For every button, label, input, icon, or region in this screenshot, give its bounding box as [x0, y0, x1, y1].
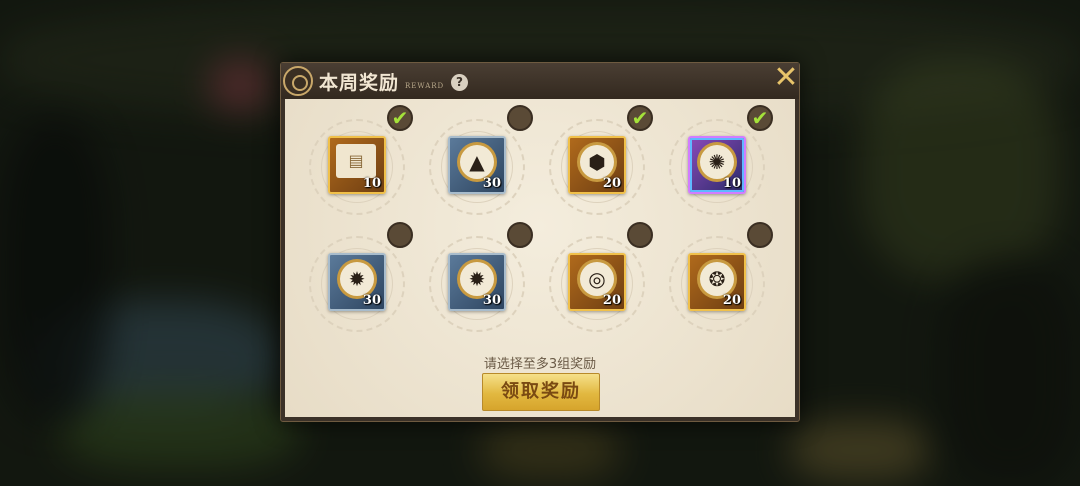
unchecked-circle-icon[interactable] [507, 222, 533, 248]
reward-slot[interactable]: ▲ 30 [425, 105, 533, 219]
close-icon[interactable]: ✕ [773, 63, 799, 93]
checkmark-icon[interactable]: ✔ [747, 105, 773, 131]
dialog-title: 本周奖励 [319, 72, 400, 94]
shell-medallion-box-icon: ❂ 20 [688, 253, 746, 311]
reward-quantity: 10 [722, 176, 741, 191]
reward-quantity: 30 [362, 293, 381, 308]
blueprint-scroll-icon: ▤ 10 [328, 136, 386, 194]
reward-quantity: 30 [482, 176, 501, 191]
sun-gear-box-icon: ✹ 30 [328, 253, 386, 311]
reward-slot[interactable]: ◎ 20 [545, 222, 653, 336]
unchecked-circle-icon[interactable] [387, 222, 413, 248]
checkmark-icon[interactable]: ✔ [387, 105, 413, 131]
reward-slot[interactable]: ✹ 30 [425, 222, 533, 336]
unchecked-circle-icon[interactable] [627, 222, 653, 248]
dialog-subtitle: REWARD [405, 82, 445, 90]
reward-slot[interactable]: ✺ 10 ✔ [665, 105, 773, 219]
dialog-title-bar: 本周奖励 REWARD ? ✕ [281, 63, 799, 99]
triangle-gear-box-icon: ▲ 30 [448, 136, 506, 194]
reward-slot[interactable]: ⬢ 20 ✔ [545, 105, 653, 219]
octagon-medallion-box-icon: ⬢ 20 [568, 136, 626, 194]
reward-slot[interactable]: ❂ 20 [665, 222, 773, 336]
emblem-icon [283, 66, 313, 96]
claim-reward-button[interactable]: 领取奖励 [482, 373, 600, 411]
help-icon[interactable]: ? [451, 74, 468, 91]
reward-slot[interactable]: ▤ 10 ✔ [305, 105, 413, 219]
reward-quantity: 30 [482, 293, 501, 308]
sun-gear-box-icon: ✹ 30 [448, 253, 506, 311]
clockwork-core-box-icon: ✺ 10 [688, 136, 746, 194]
reward-slot[interactable]: ✹ 30 [305, 222, 413, 336]
checkmark-icon[interactable]: ✔ [627, 105, 653, 131]
reward-quantity: 20 [602, 176, 621, 191]
unchecked-circle-icon[interactable] [747, 222, 773, 248]
reward-quantity: 20 [722, 293, 741, 308]
ring-medallion-box-icon: ◎ 20 [568, 253, 626, 311]
weekly-reward-dialog: 本周奖励 REWARD ? ✕ ▤ 10 ✔ ▲ 30 ⬢ 20 ✔ ✺ 10 … [280, 62, 800, 422]
reward-quantity: 10 [362, 176, 381, 191]
unchecked-circle-icon[interactable] [507, 105, 533, 131]
selection-hint: 请选择至多3组奖励 [483, 357, 597, 372]
reward-quantity: 20 [602, 293, 621, 308]
